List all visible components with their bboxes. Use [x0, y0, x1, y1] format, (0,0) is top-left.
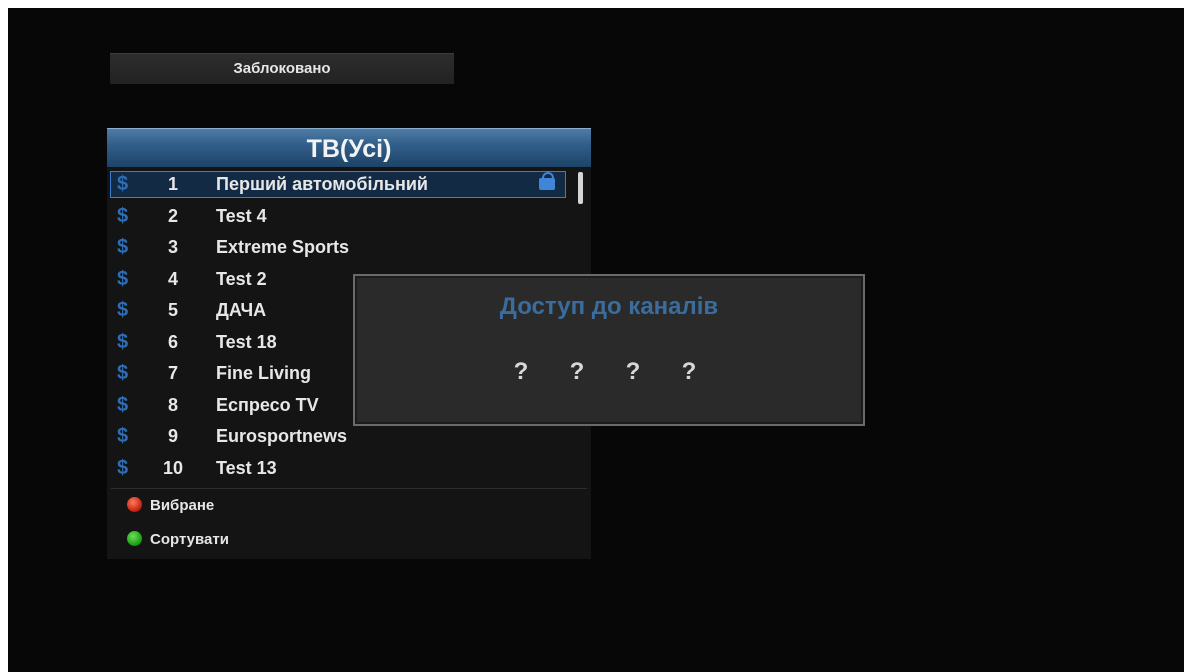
dollar-icon: $	[117, 330, 129, 353]
dollar-icon: $	[117, 173, 129, 195]
pin-digit-2[interactable]: ?	[567, 358, 587, 386]
channel-name: Перший автомобільний	[216, 174, 428, 194]
dollar-icon: $	[117, 236, 129, 258]
channel-row-3[interactable]: $ 3 Extreme Sports	[107, 232, 591, 264]
list-scrollbar[interactable]	[578, 172, 583, 204]
dollar-icon: $	[117, 456, 129, 479]
channel-name: Fine Living	[216, 363, 312, 383]
channel-number: 8	[167, 394, 178, 415]
tv-screen: Заблоковано ТВ(Усі) $ 1 Перший автомобіл…	[8, 8, 1184, 672]
sort-label: Сортувати	[150, 531, 229, 548]
dollar-icon: $	[117, 362, 129, 384]
channel-name: Test 13	[216, 457, 277, 478]
dollar-icon: $	[117, 204, 129, 227]
status-bar: Заблоковано	[110, 53, 454, 84]
channel-row-10[interactable]: $ 10 Test 13	[107, 453, 591, 485]
legend-divider	[111, 488, 587, 489]
channel-name: Eurosportnews	[216, 426, 348, 446]
channel-number: 2	[167, 205, 178, 226]
channel-number: 3	[167, 237, 178, 257]
channel-number: 1	[167, 174, 178, 194]
channel-name: Test 2	[216, 268, 267, 289]
pin-dialog: Доступ до каналів ? ? ? ?	[353, 274, 865, 426]
favorites-key[interactable]: Вибране	[127, 494, 214, 518]
channel-number: 9	[167, 426, 178, 446]
channel-number: 7	[167, 363, 178, 383]
dollar-icon: $	[117, 425, 129, 447]
channel-name: Test 18	[216, 331, 277, 352]
channel-row-2[interactable]: $ 2 Test 4	[107, 201, 591, 233]
pin-digit-4[interactable]: ?	[679, 358, 699, 386]
channel-number: 4	[167, 268, 178, 289]
red-button-icon	[127, 497, 142, 513]
channel-name: Еспресо TV	[216, 394, 319, 415]
channel-name: Test 4	[216, 205, 267, 226]
panel-title: ТВ(Усі)	[107, 128, 591, 167]
channel-number: 6	[167, 331, 178, 352]
channel-name: ДАЧА	[216, 300, 267, 320]
green-button-icon	[127, 531, 142, 547]
dollar-icon: $	[117, 393, 129, 416]
pin-digit-1[interactable]: ?	[511, 358, 531, 386]
channel-number: 10	[162, 457, 184, 478]
lock-icon	[539, 172, 555, 190]
dollar-icon: $	[117, 299, 129, 321]
channel-number: 5	[167, 300, 178, 320]
favorites-label: Вибране	[150, 497, 215, 514]
channel-name: Extreme Sports	[216, 237, 350, 257]
dollar-icon: $	[117, 267, 129, 290]
dialog-title: Доступ до каналів	[499, 293, 719, 320]
sort-key[interactable]: Сортувати	[127, 528, 229, 552]
channel-row-1[interactable]: $ 1 Перший автомобільний	[107, 169, 591, 201]
status-text: Заблоковано	[233, 60, 331, 77]
pin-digit-3[interactable]: ?	[623, 358, 643, 386]
